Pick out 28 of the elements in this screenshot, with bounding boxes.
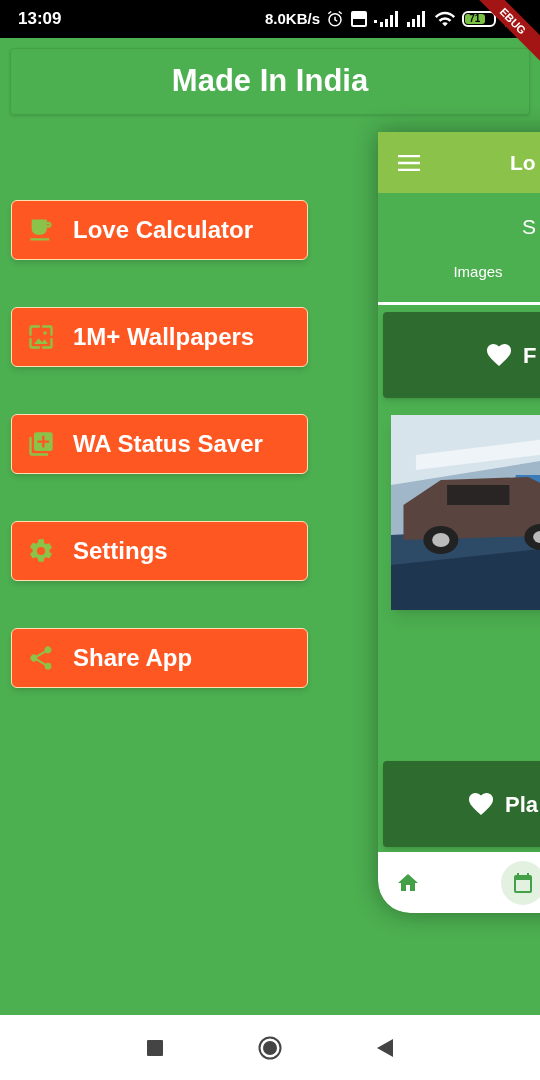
back-icon[interactable] (377, 1038, 393, 1057)
menu-button[interactable]: Settings (11, 521, 308, 581)
clock-text: 13:09 (18, 8, 62, 31)
wallpaper-icon (27, 323, 55, 351)
calendar-icon[interactable] (511, 870, 535, 895)
settings-icon (27, 537, 55, 565)
preview-heading: S (522, 214, 536, 240)
preview-title: Lo (510, 149, 536, 176)
menu-button[interactable]: 1M+ Wallpapers (11, 307, 308, 367)
recents-icon[interactable] (147, 1039, 163, 1056)
menu-button[interactable]: Love Calculator (11, 200, 308, 260)
add-library-icon (27, 430, 55, 458)
signal-icon (406, 10, 428, 28)
heart-icon (487, 344, 511, 366)
nav-item[interactable] (501, 860, 540, 905)
menu-icon[interactable] (398, 154, 420, 171)
header-title: Made In India (171, 62, 369, 101)
wifi-icon (434, 10, 456, 28)
favorite-card[interactable]: F (383, 312, 540, 398)
favorite-card[interactable]: Pla (383, 761, 540, 847)
alarm-icon (326, 10, 344, 28)
menu-button[interactable]: WA Status Saver (11, 414, 308, 474)
home-button-icon[interactable] (258, 1035, 282, 1060)
menu-button[interactable]: Share App (11, 628, 308, 688)
preview-tab[interactable]: Images (378, 261, 540, 305)
network-speed-text: 8.0KB/s (264, 8, 320, 29)
signal-icon (374, 10, 400, 28)
heart-icon (469, 793, 493, 815)
